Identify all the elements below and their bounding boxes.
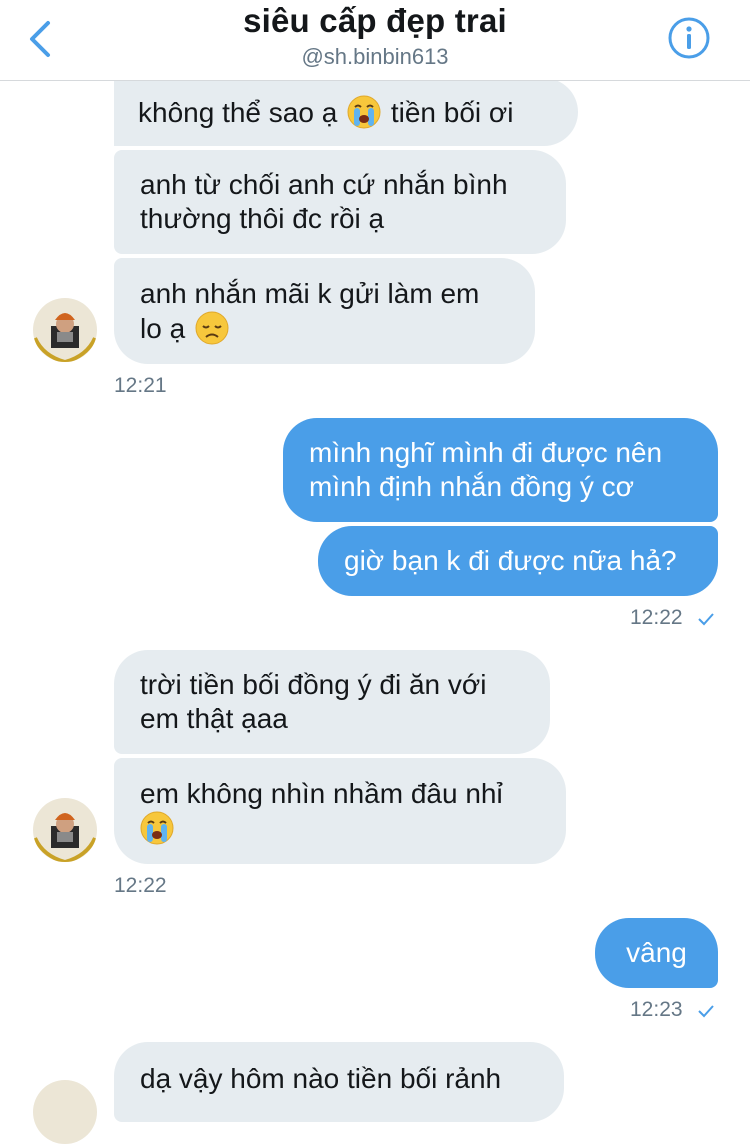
- checkmark-icon: [698, 1005, 714, 1018]
- message-text-line: thường thôi đc rồi ạ: [140, 203, 385, 234]
- message-text: không thể sao ạ: [138, 96, 338, 128]
- conversation-title: siêu cấp đẹp trai: [243, 2, 507, 39]
- message-text-line: em thật ạaa: [140, 703, 288, 734]
- conversation-handle: @sh.binbin613: [301, 44, 449, 69]
- message-text: tiền bối ơi: [390, 96, 514, 128]
- message-text: giờ bạn k đi được nữa hả?: [344, 545, 677, 576]
- message-text-line: mình nghĩ mình đi được nên: [309, 437, 663, 468]
- message-timestamp: 12:21: [114, 374, 167, 397]
- message-text: dạ vậy hôm nào tiền bối rảnh: [140, 1063, 502, 1094]
- avatar[interactable]: [33, 798, 97, 862]
- message-bubble-incoming[interactable]: trời tiền bối đồng ý đi ăn với em thật ạ…: [114, 650, 550, 754]
- message-timestamp: 12:22: [630, 606, 683, 629]
- message-bubble-outgoing[interactable]: mình nghĩ mình đi được nên mình định nhắ…: [283, 418, 718, 522]
- message-bubble-incoming[interactable]: dạ vậy hôm nào tiền bối rảnh: [114, 1042, 564, 1122]
- checkmark-icon: [698, 613, 714, 626]
- avatar[interactable]: [33, 1080, 97, 1144]
- avatar[interactable]: [33, 298, 97, 362]
- message-text: vâng: [626, 937, 687, 968]
- message-bubble-incoming[interactable]: em không nhìn nhầm đâu nhỉ: [114, 758, 566, 864]
- avatar-image: [33, 1080, 97, 1144]
- avatar-image: [33, 298, 97, 362]
- message-timestamp: 12:22: [114, 874, 167, 897]
- loudly-crying-face-icon: [140, 811, 174, 844]
- info-button[interactable]: [666, 15, 712, 61]
- message-timestamp: 12:23: [630, 998, 683, 1021]
- disappointed-face-icon: [195, 311, 229, 344]
- message-text-line: em không nhìn nhầm đâu nhỉ: [140, 777, 503, 809]
- message-bubble-incoming[interactable]: không thể sao ạ tiền bối ơi: [114, 78, 578, 146]
- message-bubble-outgoing[interactable]: vâng: [595, 918, 718, 988]
- message-text-line: anh từ chối anh cứ nhắn bình: [140, 169, 508, 200]
- message-text-line: mình định nhắn đồng ý cơ: [309, 471, 635, 502]
- info-icon: [668, 17, 710, 59]
- message-text-line: anh nhắn mãi k gửi làm em: [140, 277, 480, 309]
- message-bubble-incoming[interactable]: anh nhắn mãi k gửi làm em lo ạ: [114, 258, 535, 364]
- message-bubble-outgoing[interactable]: giờ bạn k đi được nữa hả?: [318, 526, 718, 596]
- conversation-header: siêu cấp đẹp trai @sh.binbin613: [0, 0, 750, 81]
- message-bubble-incoming[interactable]: anh từ chối anh cứ nhắn bình thường thôi…: [114, 150, 566, 254]
- message-text-line: lo ạ: [140, 312, 186, 344]
- loudly-crying-face-icon: [347, 95, 381, 128]
- message-text-line: trời tiền bối đồng ý đi ăn với: [140, 669, 487, 700]
- avatar-image: [33, 798, 97, 862]
